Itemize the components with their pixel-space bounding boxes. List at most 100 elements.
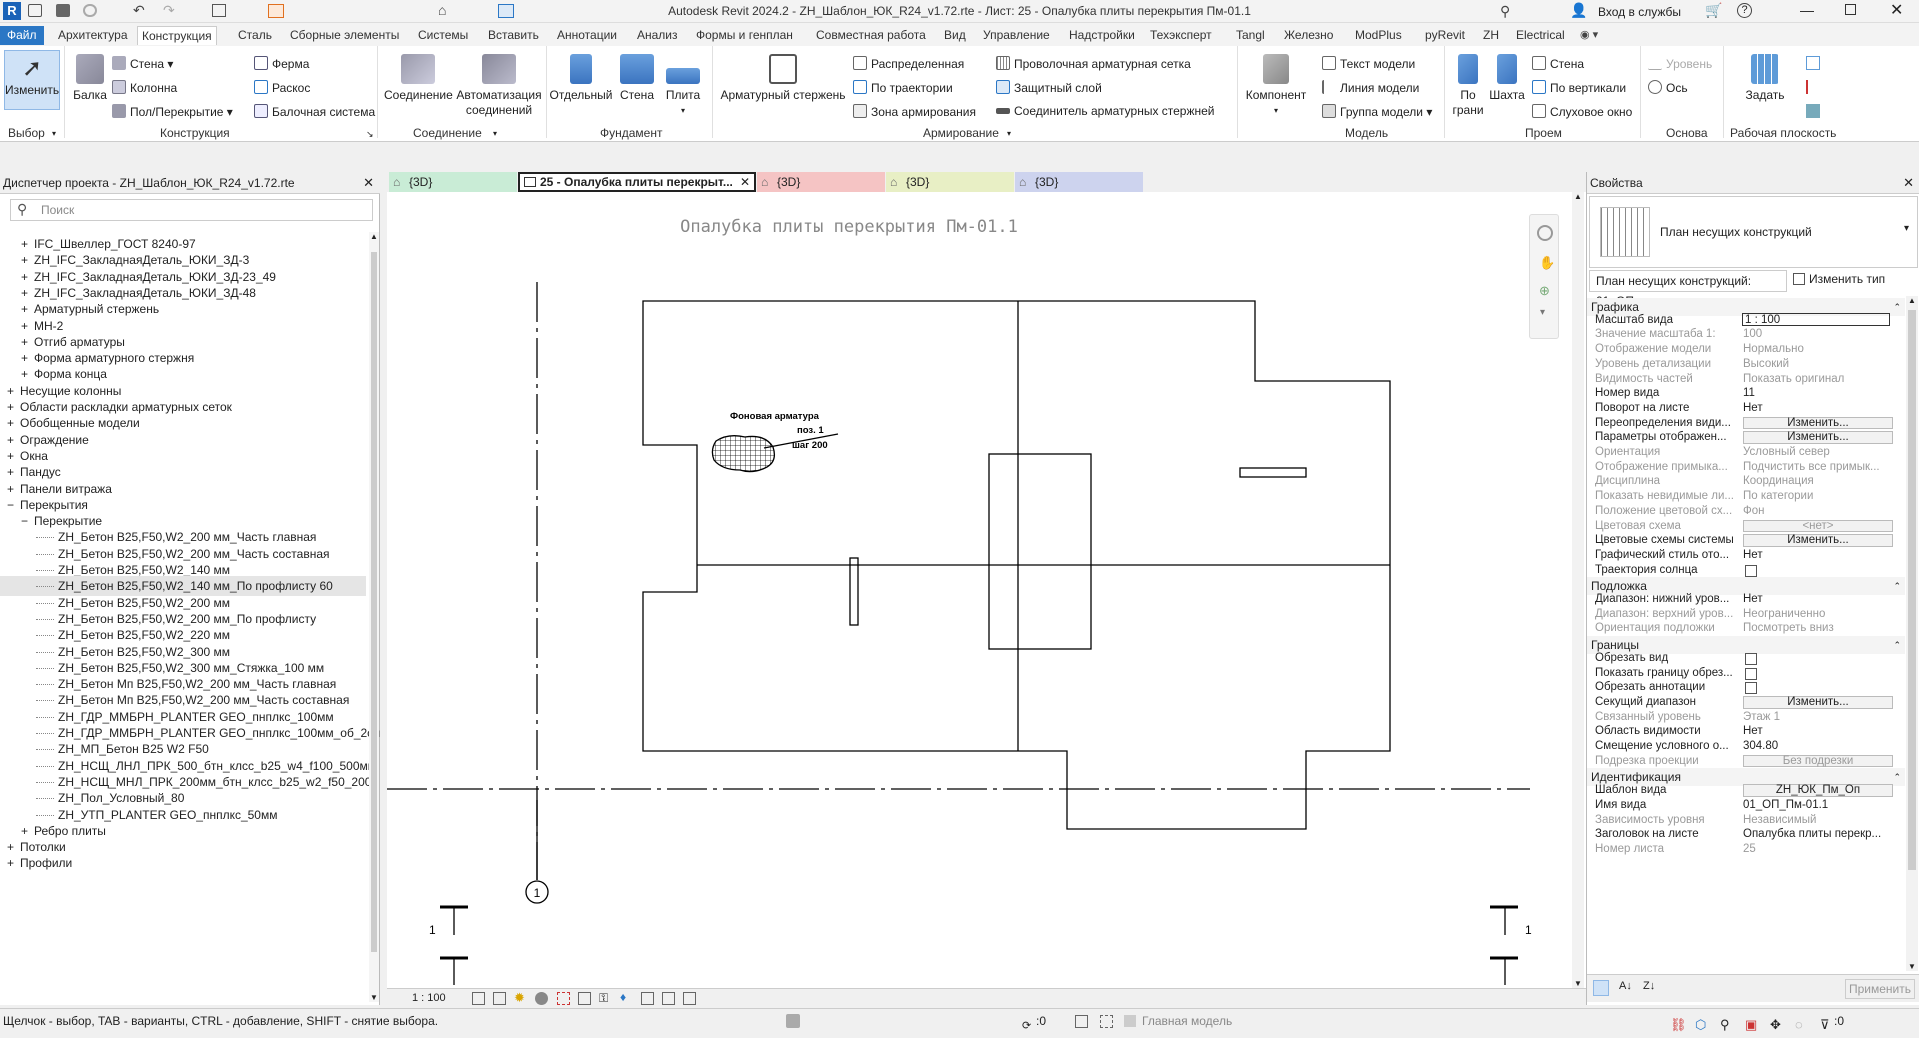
property-row[interactable]: Смещение условного о... 304.80 (1587, 739, 1905, 754)
select-pinned-icon[interactable]: ⚲ (1720, 1013, 1730, 1037)
property-row[interactable]: Шаблон вида ZH_ЮК_Пм_Оп (1587, 783, 1905, 798)
tab-view-3d-4[interactable]: ⌂ {3D} (1015, 172, 1143, 192)
property-row[interactable]: Цветовая схема <нет> (1587, 519, 1905, 534)
apply-button[interactable]: Применить (1845, 979, 1915, 999)
property-row[interactable]: Номер листа 25 (1587, 842, 1905, 857)
unlock-icon[interactable]: ⚿ (599, 991, 608, 1006)
wall-foundation-button[interactable]: Стена (616, 54, 658, 102)
group-datum[interactable]: Основа (1666, 126, 1708, 140)
main-model-selector[interactable]: Главная модель (1124, 1009, 1232, 1033)
tab-annotate[interactable]: Аннотации (553, 26, 621, 45)
property-value[interactable]: 01_ОП_Пм-01.1 (1743, 798, 1903, 813)
group-select[interactable]: Выбор (8, 126, 45, 140)
property-value[interactable]: Фон (1743, 504, 1903, 519)
property-value[interactable]: Нормально (1743, 342, 1903, 357)
background-process-icon[interactable]: ◌ (1795, 1013, 1803, 1037)
visual-style-icon[interactable] (493, 992, 506, 1005)
sort-reverse-icon[interactable]: Z↓ (1643, 980, 1655, 992)
rebar-note-3[interactable]: шаг 200 (792, 440, 828, 451)
tab-zh[interactable]: ZH (1479, 26, 1503, 45)
property-row[interactable]: Диапазон: нижний уров... Нет (1587, 592, 1905, 607)
ref-plane-icon[interactable] (1806, 80, 1820, 94)
close-icon[interactable]: ✕ (1903, 172, 1914, 194)
show-workplane-icon[interactable] (1806, 56, 1820, 70)
property-value[interactable]: 304.80 (1743, 739, 1903, 754)
property-value[interactable]: Этаж 1 (1743, 710, 1903, 725)
property-button[interactable]: ZH_ЮК_Пм_Оп (1743, 784, 1893, 797)
user-icon[interactable]: 👤 (1570, 2, 1587, 19)
sort-alpha-icon[interactable]: A↓ (1619, 980, 1632, 992)
property-button[interactable]: <нет> (1743, 519, 1893, 533)
dormer-button[interactable]: Слуховое окно (1532, 104, 1632, 119)
tab-analyze[interactable]: Анализ (633, 26, 682, 45)
panel-launcher-icon[interactable]: ↘ (366, 129, 374, 140)
brace-button[interactable]: Раскос (254, 80, 310, 95)
property-button[interactable]: Изменить... (1743, 431, 1893, 444)
steering-wheel-icon[interactable] (1537, 225, 1553, 241)
browser-scrollbar[interactable]: ▲ ▼ (369, 232, 379, 1002)
rebar-note-2[interactable]: поз. 1 (797, 425, 824, 436)
tab-techexpert[interactable]: Техэксперт (1146, 26, 1216, 45)
fabric-button[interactable]: Проволочная арматурная сетка (996, 56, 1191, 71)
property-value[interactable]: Нет (1743, 548, 1903, 563)
property-row[interactable]: Обрезать аннотации (1587, 680, 1905, 695)
property-value[interactable]: Независимый (1743, 813, 1903, 828)
property-row[interactable]: Заголовок на листе Опалубка плиты перекр.… (1587, 827, 1905, 842)
group-reinforcement[interactable]: Армирование (923, 126, 999, 140)
distributed-button[interactable]: Распределенная (853, 56, 964, 71)
property-value[interactable]: Опалубка плиты перекр... (1743, 827, 1903, 842)
tab-zhelezno[interactable]: Железно (1280, 26, 1337, 45)
group-opening[interactable]: Проем (1525, 126, 1562, 140)
property-row[interactable]: Траектория солнца (1587, 563, 1905, 578)
tab-file[interactable]: Файл (0, 26, 44, 45)
search-input[interactable]: Поиск (10, 199, 373, 221)
property-row[interactable]: Видимость частей Показать оригинал (1587, 372, 1905, 387)
cover-button[interactable]: Защитный слой (996, 80, 1102, 95)
design-options-icon[interactable] (1075, 1015, 1088, 1028)
isolated-foundation-button[interactable]: Отдельный (548, 54, 614, 102)
property-row[interactable]: Положение цветовой сх... Фон (1587, 504, 1905, 519)
select-underlay-icon[interactable]: ⬡ (1695, 1013, 1706, 1037)
model-group-button[interactable]: Группа модели ▾ (1322, 104, 1432, 119)
property-checkbox[interactable] (1745, 564, 1757, 577)
pan-icon[interactable]: ✋ (1539, 255, 1555, 271)
tab-steel[interactable]: Сталь (234, 26, 276, 45)
tab-tangl[interactable]: Tangl (1232, 26, 1269, 45)
chevron-down-icon[interactable]: ▾ (1540, 307, 1545, 318)
close-tab-icon[interactable]: ✕ (740, 174, 750, 190)
property-row[interactable]: Зависимость уровня Независимый (1587, 813, 1905, 828)
scroll-up-icon[interactable]: ▲ (370, 232, 378, 241)
property-value[interactable]: 100 (1743, 327, 1903, 342)
connection-button[interactable]: Соединение (384, 54, 453, 102)
by-face-button[interactable]: По грани (1450, 54, 1486, 118)
slab-foundation-button[interactable]: Плита ▾ (662, 54, 704, 116)
path-button[interactable]: По траектории (853, 80, 953, 95)
tab-addins[interactable]: Надстройки (1065, 26, 1139, 45)
login-button[interactable]: Вход в службы (1598, 5, 1681, 19)
column-opening[interactable] (988, 453, 1092, 650)
floor-button[interactable]: Пол/Перекрытие ▾ (112, 104, 233, 119)
property-value[interactable]: Неограниченно (1743, 607, 1903, 622)
tab-massing[interactable]: Формы и генплан (692, 26, 797, 45)
select-links-icon[interactable]: ⛓ (1670, 1013, 1687, 1037)
component-button[interactable]: Компонент ▾ (1242, 54, 1310, 116)
help-icon[interactable]: ? (1737, 3, 1752, 18)
auto-connection-button[interactable]: Автоматизация соединений (456, 54, 542, 118)
property-row[interactable]: Переопределения види... Изменить... (1587, 416, 1905, 431)
scroll-up-icon[interactable]: ▲ (1908, 296, 1916, 305)
property-row[interactable]: Показать границу обрез... (1587, 666, 1905, 681)
property-value[interactable]: Высокий (1743, 357, 1903, 372)
analytical-icon[interactable] (683, 992, 696, 1005)
ribbon-toggle-icon[interactable]: ◉ ▾ (1580, 28, 1598, 41)
tab-modplus[interactable]: ModPlus (1351, 26, 1406, 45)
property-row[interactable]: Поворот на листе Нет (1587, 401, 1905, 416)
property-row[interactable]: Диапазон: верхний уров... Неограниченно (1587, 607, 1905, 622)
truss-button[interactable]: Ферма (254, 56, 309, 71)
scroll-down-icon[interactable]: ▼ (1908, 962, 1916, 971)
tab-view[interactable]: Вид (940, 26, 970, 45)
close-icon[interactable]: ✕ (363, 172, 374, 194)
zoom-icon[interactable]: ⊕ (1539, 283, 1550, 299)
expand-icon[interactable]: + (7, 853, 14, 873)
group-model[interactable]: Модель (1345, 126, 1388, 140)
select-by-face-icon[interactable]: ▣ (1745, 1013, 1757, 1037)
